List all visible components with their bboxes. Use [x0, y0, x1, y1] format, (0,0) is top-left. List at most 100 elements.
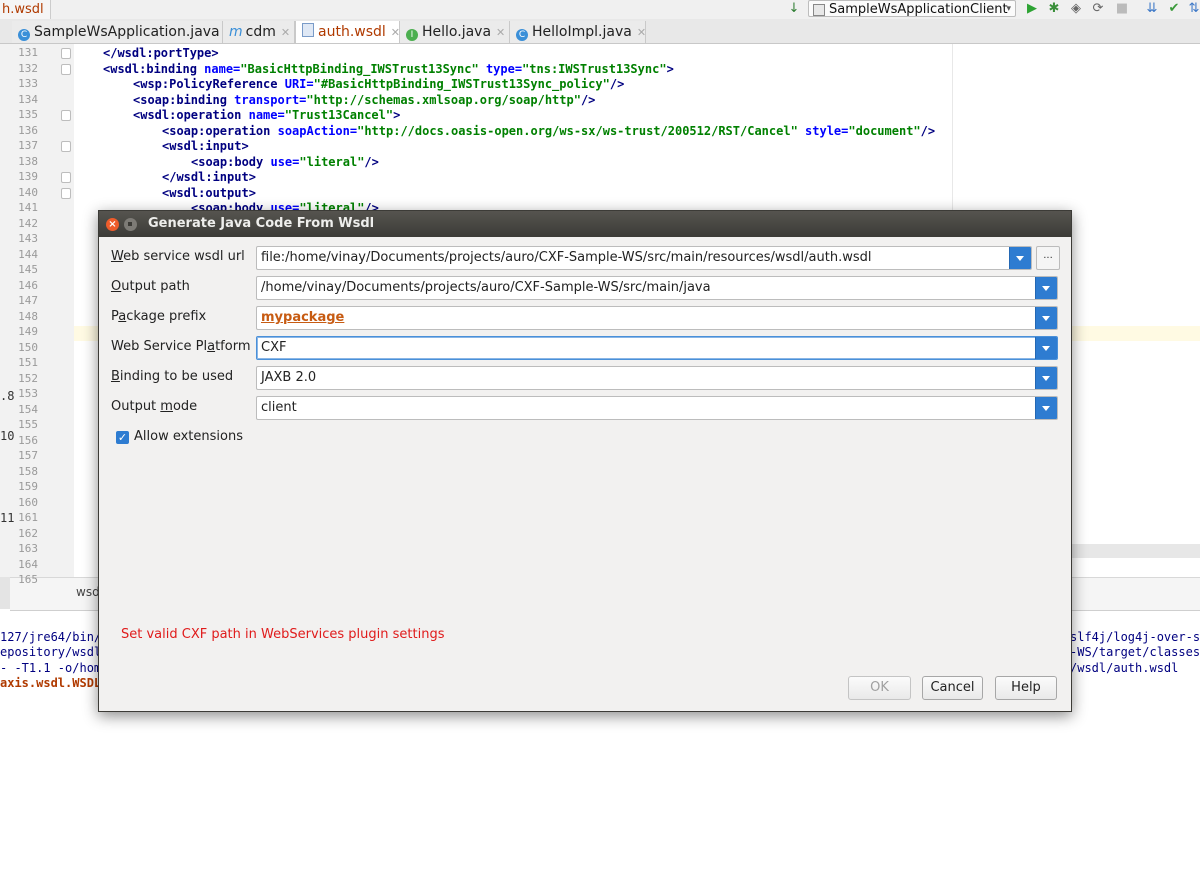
debug-icon[interactable]: ✱ — [1046, 1, 1062, 17]
output-mode-select[interactable]: client — [256, 396, 1058, 420]
build-icon[interactable]: ↓ — [786, 1, 802, 17]
chevron-down-icon[interactable] — [1009, 247, 1031, 269]
tab-auth-wsdl[interactable]: auth.wsdl ✕ — [295, 21, 400, 43]
run-config-label: SampleWsApplicationClient — [829, 2, 1008, 17]
tab-hello-java[interactable]: I Hello.java ✕ — [400, 21, 510, 43]
minimize-icon[interactable] — [124, 218, 137, 231]
line-number: 165 — [18, 573, 38, 586]
binding-value: JAXB 2.0 — [261, 370, 317, 385]
line-number: 134 — [18, 92, 38, 106]
line-number: 154 — [18, 402, 38, 416]
tab-label: SampleWsApplication.java — [34, 24, 220, 40]
allow-extensions-label[interactable]: Allow extensions — [134, 429, 243, 444]
breadcrumb[interactable]: h.wsdl — [0, 0, 51, 19]
chevron-down-icon[interactable] — [1035, 397, 1057, 419]
close-icon[interactable]: ✕ — [391, 26, 400, 39]
clipped-text: .8 — [0, 389, 15, 403]
line-number: 157 — [18, 449, 38, 462]
allow-extensions-checkbox[interactable]: ✓ — [116, 431, 129, 444]
line-number: 163 — [18, 542, 38, 555]
line-number: 162 — [18, 526, 38, 540]
tab-cdm[interactable]: m cdm ✕ — [223, 21, 295, 43]
console-line: axis.wsdl.WSDL — [0, 676, 102, 690]
vcs-commit-icon[interactable]: ✔ — [1166, 1, 1182, 17]
line-number: 148 — [18, 309, 38, 323]
wsdl-file-icon — [302, 23, 314, 37]
line-number: 152 — [18, 371, 38, 385]
code-line-133[interactable]: <wsp:PolicyReference URI="#BasicHttpBind… — [133, 77, 624, 91]
vcs-update-icon[interactable]: ⇊ — [1144, 1, 1160, 17]
line-number: 147 — [18, 294, 38, 307]
console-line: 127/jre64/bin/ — [0, 630, 102, 644]
code-line-135[interactable]: <wsdl:operation name="Trust13Cancel"> — [133, 108, 400, 122]
code-line-139[interactable]: </wsdl:input> — [162, 170, 256, 184]
interface-icon: I — [406, 29, 418, 41]
package-prefix-label: Package prefix — [111, 309, 207, 324]
code-line-137[interactable]: <wsdl:input> — [162, 139, 249, 153]
help-button[interactable]: Help — [995, 676, 1057, 700]
cancel-button[interactable]: Cancel — [922, 676, 983, 700]
fold-marker[interactable] — [61, 64, 71, 75]
line-number: 145 — [18, 263, 38, 276]
platform-select[interactable]: CXF — [256, 336, 1058, 360]
chevron-down-icon[interactable] — [1035, 367, 1057, 389]
tab-label: Hello.java — [422, 24, 492, 40]
line-number: 135 — [18, 108, 38, 121]
line-number: 133 — [18, 77, 38, 90]
line-number: 132 — [18, 61, 38, 75]
line-number: 161 — [18, 511, 38, 524]
profile-icon[interactable]: ⟳ — [1090, 1, 1106, 17]
run-config-icon — [813, 4, 825, 16]
platform-value: CXF — [261, 340, 287, 355]
code-line-138[interactable]: <soap:body use="literal"/> — [191, 155, 379, 169]
line-number: 149 — [18, 325, 38, 338]
fold-marker[interactable] — [61, 48, 71, 59]
fold-marker[interactable] — [61, 141, 71, 152]
chevron-down-icon[interactable] — [1035, 307, 1057, 329]
console-line: /wsdl/auth.wsdl — [1070, 661, 1179, 675]
vcs-branch-icon[interactable]: ⇅ — [1186, 1, 1200, 17]
code-line-131[interactable]: </wsdl:portType> — [103, 46, 219, 60]
fold-marker[interactable] — [61, 110, 71, 121]
dialog-titlebar[interactable]: × Generate Java Code From Wsdl — [99, 211, 1071, 237]
run-icon[interactable]: ▶ — [1024, 1, 1040, 17]
line-number: 150 — [18, 340, 38, 354]
code-line-134[interactable]: <soap:binding transport="http://schemas.… — [133, 93, 595, 107]
chevron-down-icon[interactable] — [1035, 337, 1057, 359]
output-mode-value: client — [261, 400, 297, 415]
code-line-132[interactable]: <wsdl:binding name="BasicHttpBinding_IWS… — [103, 62, 674, 76]
ok-button[interactable]: OK — [848, 676, 911, 700]
line-number: 140 — [18, 185, 38, 199]
run-configuration-select[interactable]: SampleWsApplicationClient ▾ — [808, 0, 1016, 17]
browse-button[interactable]: ... — [1036, 246, 1060, 270]
binding-select[interactable]: JAXB 2.0 — [256, 366, 1058, 390]
line-number: 155 — [18, 418, 38, 431]
editor-tab-bar: C SampleWsApplication.java ✕ mcdm ✕ auth.ws… — [0, 19, 1200, 44]
close-icon[interactable]: ✕ — [496, 26, 505, 39]
close-icon[interactable]: × — [106, 218, 119, 231]
tab-helloimpl-java[interactable]: C HelloImpl.java ✕ — [510, 21, 646, 43]
code-line-140[interactable]: <wsdl:output> — [162, 186, 256, 200]
output-path-combobox[interactable]: /home/vinay/Documents/projects/auro/CXF-… — [256, 276, 1058, 300]
line-number: 146 — [18, 278, 38, 292]
console-line: -WS/target/classes — [1070, 645, 1200, 659]
package-prefix-combobox[interactable]: mypackage — [256, 306, 1058, 330]
fold-marker[interactable] — [61, 172, 71, 183]
stop-icon[interactable]: ■ — [1114, 1, 1130, 17]
fold-marker[interactable] — [61, 188, 71, 199]
wsdl-url-combobox[interactable]: file:/home/vinay/Documents/projects/auro… — [256, 246, 1032, 270]
clipped-text: 11 — [0, 511, 15, 525]
coverage-icon[interactable]: ◈ — [1068, 1, 1084, 17]
close-icon[interactable]: ✕ — [637, 26, 646, 39]
chevron-down-icon[interactable] — [1035, 277, 1057, 299]
tab-label: cdm — [245, 24, 276, 40]
output-mode-label: Output mode — [111, 399, 198, 414]
dialog-title: Generate Java Code From Wsdl — [148, 216, 375, 231]
line-number: 158 — [18, 464, 38, 478]
close-icon[interactable]: ✕ — [281, 26, 290, 39]
tab-sampleswsapplication-java[interactable]: CSampleWsApplication.java✕ — [12, 21, 234, 43]
line-number: 136 — [18, 123, 38, 137]
line-number: 137 — [18, 139, 38, 152]
line-number: 160 — [18, 495, 38, 509]
code-line-136[interactable]: <soap:operation soapAction="http://docs.… — [162, 124, 935, 138]
